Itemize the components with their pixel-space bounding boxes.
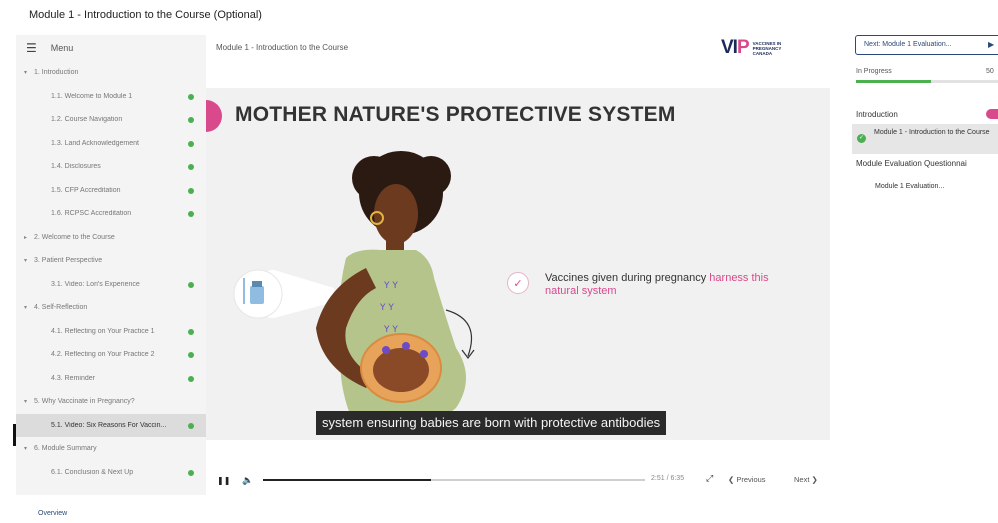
menu-toggle[interactable]: ☰ Menu: [16, 35, 206, 61]
toc-item[interactable]: 4.2. Reflecting on Your Practice 2: [16, 343, 206, 367]
next-module-button[interactable]: Next: Module 1 Evaluation... ▶: [855, 35, 998, 55]
complete-dot-icon: [188, 117, 194, 123]
toc-item-label: 6.1. Conclusion & Next Up: [51, 468, 134, 476]
toc-item[interactable]: 5.1. Video: Six Reasons For Vaccin...: [16, 413, 206, 437]
caret-down-icon: ▾: [24, 399, 28, 406]
claim-callout: ✓ Vaccines given during pregnancy harnes…: [507, 272, 785, 298]
course-progress-fill: [856, 80, 931, 83]
video-caption: system ensuring babies are born with pro…: [316, 411, 667, 435]
svg-text:Y Y: Y Y: [379, 303, 394, 313]
complete-dot-icon: [188, 211, 194, 217]
complete-dot-icon: [188, 469, 194, 476]
video-time: 2:51 / 6:35: [651, 475, 685, 482]
toc-section-label: 1. Introduction: [34, 69, 79, 77]
outline-current-item[interactable]: ✓ Module 1 - Introduction to the Course: [852, 124, 998, 154]
video-player[interactable]: MOTHER NATURE'S PROTECTIVE SYSTEM Y Y Y …: [206, 88, 830, 440]
svg-text:Y Y: Y Y: [383, 281, 398, 291]
vial-icon: [250, 286, 264, 304]
complete-dot-icon: [188, 281, 194, 288]
complete-dot-icon: [188, 187, 194, 194]
toc-section[interactable]: ▾ 3. Patient Perspective: [16, 249, 206, 273]
claim-text: Vaccines given during pregnancy harness …: [545, 272, 769, 297]
main-header: Module 1 - Introduction to the Course VI…: [206, 35, 838, 88]
toc-item-label: 1.6. RCPSC Accreditation: [51, 210, 132, 218]
svg-text:Y Y: Y Y: [383, 325, 398, 335]
toc-section[interactable]: ▾ 5. Why Vaccinate in Pregnancy?: [16, 390, 206, 414]
toc-item[interactable]: 3.1. Video: Lori's Experience: [16, 273, 206, 297]
module-title: Module 1 - Introduction to the Course: [216, 43, 349, 52]
logo-mark: VIP: [721, 37, 750, 58]
toc-item[interactable]: 1.6. RCPSC Accreditation: [16, 202, 206, 226]
caret-down-icon: ▾: [24, 305, 28, 312]
progress-status: In Progress: [856, 68, 892, 75]
toc-section[interactable]: ▾ 4. Self-Reflection: [16, 296, 206, 320]
logo-text: VACCINES IN PREGNANCY CANADA: [752, 40, 782, 56]
toc-item-label: 4.2. Reflecting on Your Practice 2: [51, 351, 155, 359]
caret-down-icon: ▾: [24, 258, 28, 265]
video-progress-bar[interactable]: [263, 479, 645, 481]
toc-item-label: 1.2. Course Navigation: [51, 116, 123, 124]
pregnant-woman-illustration: Y Y Y Y Y Y: [233, 151, 475, 429]
toc-section-label: 3. Patient Perspective: [34, 257, 103, 265]
vaccine-bubble: [233, 269, 334, 319]
toc-item[interactable]: 4.3. Reminder: [16, 367, 206, 391]
progress-percent: 50: [986, 68, 994, 75]
volume-icon[interactable]: 🔈: [242, 475, 253, 486]
complete-dot-icon: [188, 164, 194, 170]
section-badge: [986, 109, 998, 119]
toc-item[interactable]: 4.1. Reflecting on Your Practice 1: [16, 320, 206, 344]
toc-section[interactable]: ▸ 2. Welcome to the Course: [16, 226, 206, 250]
toc-section[interactable]: ▾ 6. Module Summary: [16, 437, 206, 461]
complete-dot-icon: [188, 422, 194, 429]
toc-item-label: 1.4. Disclosures: [51, 163, 101, 171]
check-circle-icon: ✓: [507, 272, 529, 294]
complete-dot-icon: [188, 328, 194, 335]
toc-item-label: 3.1. Video: Lori's Experience: [51, 280, 140, 288]
next-button[interactable]: Next ❯: [794, 475, 818, 484]
toc-item[interactable]: 1.4. Disclosures: [16, 155, 206, 179]
caret-down-icon: ▾: [24, 446, 28, 453]
toc-item[interactable]: 1.5. CFP Accreditation: [16, 179, 206, 203]
fullscreen-icon[interactable]: ⤢: [706, 473, 713, 484]
hamburger-icon: ☰: [26, 41, 37, 55]
toc-item-label: 5.1. Video: Six Reasons For Vaccin...: [51, 421, 167, 429]
overview-link[interactable]: Overview: [38, 510, 67, 517]
toc-section[interactable]: ▾ 1. Introduction: [16, 61, 206, 85]
page-title: Module 1 - Introduction to the Course (O…: [29, 9, 262, 21]
outline-eval-item[interactable]: Module 1 Evaluation...: [875, 183, 944, 190]
table-of-contents: ▾ 1. Introduction 1.1. Welcome to Module 1…: [16, 61, 206, 484]
complete-dot-icon: [188, 140, 194, 147]
toc-item[interactable]: 1.3. Land Acknowledgement: [16, 132, 206, 156]
menu-label: Menu: [50, 43, 74, 53]
toc-item[interactable]: 1.2. Course Navigation: [16, 108, 206, 132]
course-progress-bar: [856, 80, 998, 83]
complete-dot-icon: [188, 375, 194, 382]
video-progress-fill: [263, 479, 432, 481]
toc-section-label: 5. Why Vaccinate in Pregnancy?: [34, 398, 135, 406]
complete-check-icon: ✓: [857, 134, 866, 143]
toc-item-label: 1.1. Welcome to Module 1: [51, 92, 133, 100]
caret-right-icon: ▸: [24, 234, 28, 241]
play-icon: ▶: [988, 40, 995, 49]
course-sidebar: ☰ Menu ▾ 1. Introduction 1.1. Welcome to M…: [16, 35, 206, 495]
toc-section-label: 2. Welcome to the Course: [34, 233, 115, 241]
toc-item[interactable]: 1.1. Welcome to Module 1: [16, 85, 206, 109]
outline-section-introduction[interactable]: Introduction: [856, 110, 898, 119]
toc-item[interactable]: 6.1. Conclusion & Next Up: [16, 461, 206, 485]
pause-icon[interactable]: ❚❚: [217, 476, 230, 485]
toc-item-label: 1.5. CFP Accreditation: [51, 186, 121, 194]
active-item-marker: [13, 424, 16, 446]
previous-button[interactable]: ❮ Previous: [728, 475, 766, 484]
complete-dot-icon: [188, 93, 194, 100]
toc-section-label: 4. Self-Reflection: [34, 304, 88, 312]
complete-dot-icon: [188, 352, 194, 358]
outline-section-evaluation[interactable]: Module Evaluation Questionnai: [856, 159, 967, 168]
toc-item-label: 4.1. Reflecting on Your Practice 1: [51, 327, 155, 335]
toc-section-label: 6. Module Summary: [34, 445, 97, 453]
video-controls: ❚❚ 🔈 2:51 / 6:35 ⤢ ❮ Previous Next ❯: [206, 466, 838, 494]
toc-item-label: 1.3. Land Acknowledgement: [51, 139, 139, 147]
toc-item-label: 4.3. Reminder: [51, 374, 95, 382]
caret-down-icon: ▾: [24, 70, 28, 77]
vip-logo: VIP VACCINES IN PREGNANCY CANADA: [721, 37, 793, 59]
